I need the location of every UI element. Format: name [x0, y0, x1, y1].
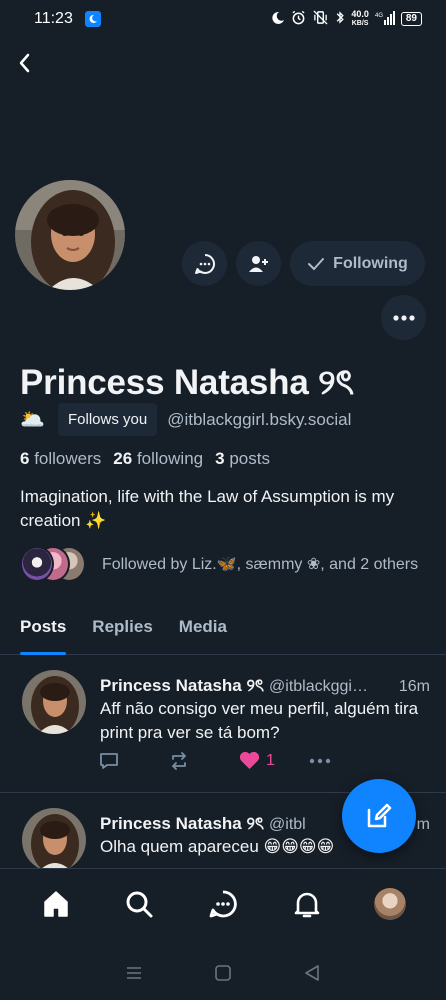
post-text: Aff não consigo ver meu perfil, alguém t…	[100, 699, 419, 742]
chat-icon	[209, 890, 237, 917]
repost-button[interactable]	[169, 751, 239, 770]
followers-stat[interactable]: 6 followers	[20, 449, 101, 469]
nav-profile[interactable]	[362, 876, 418, 932]
post-item[interactable]: Princess Natasha ୨ৎ @itblackggi… 16m Aff…	[0, 655, 446, 793]
following-stat[interactable]: 26 following	[113, 449, 203, 469]
heart-icon	[239, 751, 260, 769]
like-count: 1	[266, 751, 275, 769]
profile-tabs: Posts Replies Media	[0, 606, 446, 655]
add-user-button[interactable]	[236, 241, 281, 286]
sun-emoji: 🌥️	[20, 409, 45, 431]
network-speed: 40.0 KB/S	[351, 9, 369, 28]
ellipsis-icon	[392, 314, 415, 321]
repost-icon	[172, 751, 186, 770]
avatar	[374, 887, 407, 920]
battery-indicator: 89	[400, 12, 422, 26]
avatar	[20, 546, 54, 582]
system-navigation	[0, 950, 446, 1000]
message-button[interactable]	[182, 241, 227, 286]
search-icon	[126, 891, 153, 917]
bluetooth-icon	[335, 10, 345, 28]
status-time: 11:23	[34, 10, 73, 27]
profile-bio: Imagination, life with the Law of Assump…	[20, 487, 395, 530]
vibrate-off-icon	[312, 10, 329, 28]
post-author-handle[interactable]: @itbl	[269, 816, 306, 834]
following-button[interactable]: Following	[290, 241, 425, 286]
following-button-label: Following	[333, 254, 408, 272]
post-author-handle[interactable]: @itblackggi…	[269, 678, 368, 696]
post-avatar[interactable]	[22, 670, 86, 734]
reply-button[interactable]	[99, 752, 169, 770]
like-button[interactable]: 1	[239, 751, 309, 770]
tab-posts[interactable]: Posts	[20, 606, 67, 655]
profile-stats: 6 followers 26 following 3 posts	[20, 449, 270, 469]
back-system-button[interactable]	[303, 964, 321, 987]
menu-lines-icon	[127, 966, 142, 979]
chevron-left-icon	[19, 53, 30, 73]
tab-media[interactable]: Media	[179, 606, 227, 654]
ellipsis-icon	[309, 758, 331, 763]
check-icon	[308, 257, 325, 270]
status-bar: 11:23 40.0 KB/S 4G 89	[0, 0, 446, 38]
followed-by-text: Followed by Liz.🦋, sæmmy ❀, and 2 others	[102, 556, 419, 573]
post-more-button[interactable]	[309, 758, 379, 764]
post-timestamp[interactable]: 16m	[399, 678, 430, 696]
bottom-navigation	[0, 868, 446, 938]
compose-button[interactable]	[342, 779, 416, 853]
tab-replies[interactable]: Replies	[92, 606, 152, 654]
moon-app-icon	[84, 11, 101, 27]
nav-chat[interactable]	[195, 876, 251, 932]
followers-avatars	[20, 546, 90, 582]
post-avatar[interactable]	[22, 808, 86, 872]
chat-bubble-icon	[194, 253, 215, 274]
follows-you-badge: Follows you	[58, 403, 158, 436]
user-plus-icon	[248, 255, 268, 272]
home-button[interactable]	[214, 964, 232, 987]
reply-icon	[100, 752, 118, 769]
profile-handle: @itblackggirl.bsky.social	[167, 409, 352, 429]
svg-text:4G: 4G	[375, 13, 383, 19]
triangle-back-icon	[304, 964, 319, 981]
followed-by-row[interactable]: Followed by Liz.🦋, sæmmy ❀, and 2 others	[20, 546, 418, 582]
posts-stat: 3 posts	[215, 449, 270, 468]
signal-icon: 4G	[375, 10, 395, 28]
recents-button[interactable]	[125, 965, 143, 986]
alarm-icon	[291, 10, 306, 28]
more-options-button[interactable]	[381, 295, 426, 340]
compose-icon	[367, 803, 392, 828]
profile-avatar[interactable]	[13, 178, 127, 292]
moon-icon	[271, 11, 285, 28]
home-icon	[44, 890, 68, 917]
nav-search[interactable]	[111, 876, 167, 932]
square-icon	[215, 964, 231, 981]
nav-home[interactable]	[28, 876, 84, 932]
nav-notifications[interactable]	[279, 876, 335, 932]
bell-icon	[294, 892, 319, 917]
post-timestamp[interactable]: m	[417, 816, 430, 834]
back-button[interactable]	[12, 50, 36, 76]
